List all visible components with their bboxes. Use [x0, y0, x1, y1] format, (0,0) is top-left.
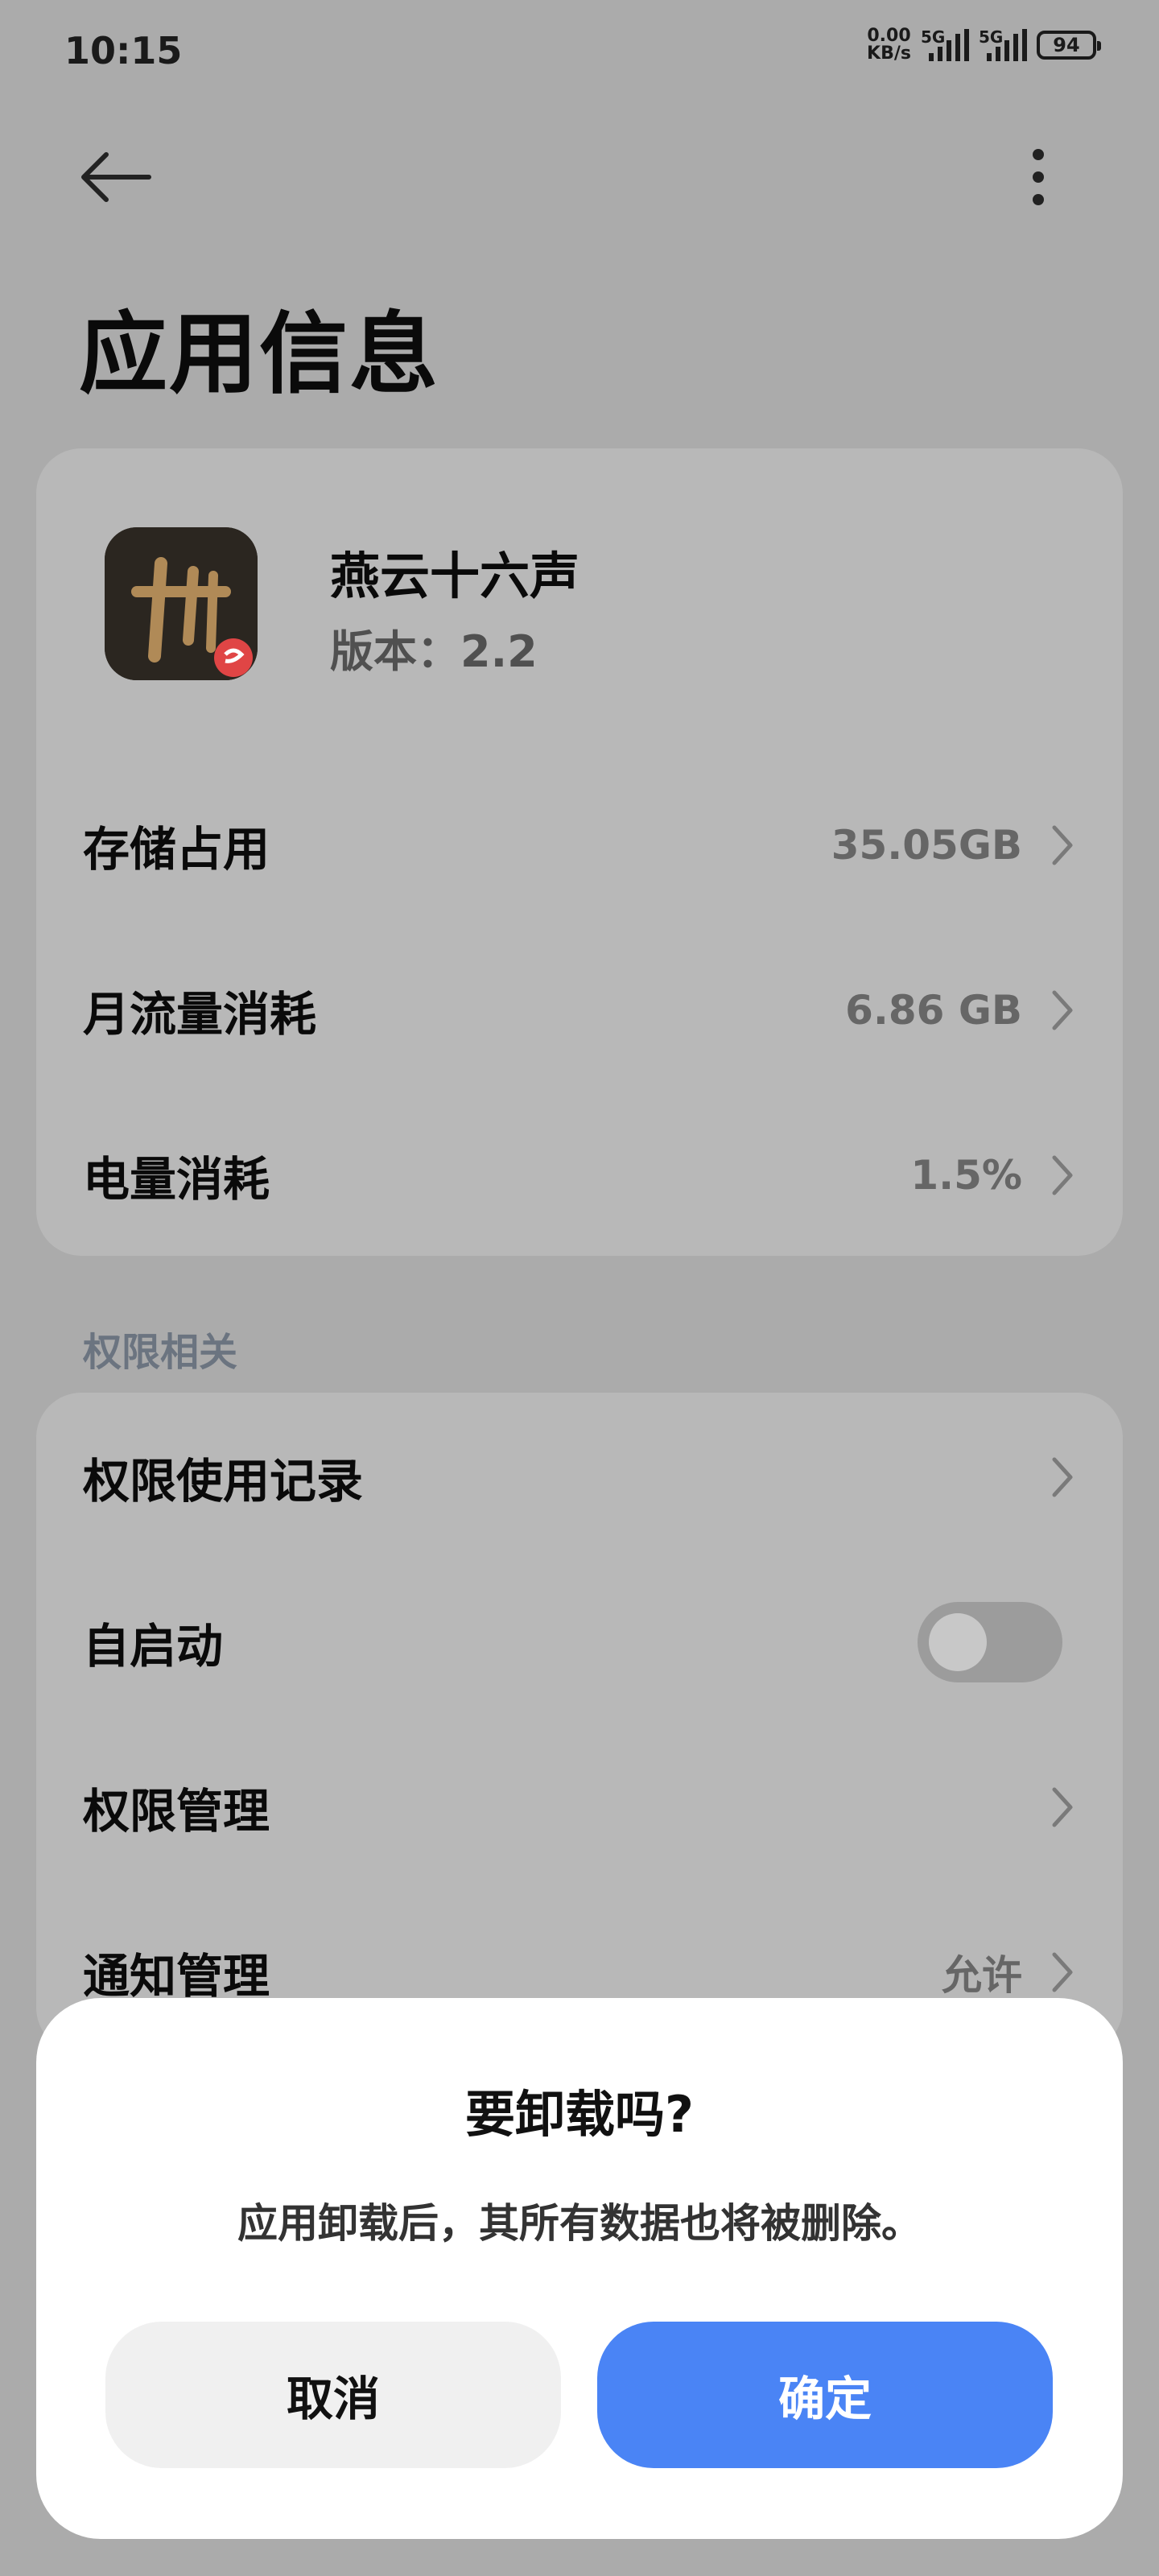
- battery-level: 94: [1053, 34, 1080, 56]
- autostart-toggle[interactable]: [918, 1602, 1062, 1682]
- page-title: 应用信息: [79, 303, 439, 406]
- battery-icon: 94: [1037, 31, 1101, 60]
- chevron-right-icon: [1052, 1787, 1073, 1827]
- net-speed-value: 0.00: [867, 26, 911, 46]
- more-options-button[interactable]: [1006, 145, 1070, 209]
- autostart-row: 自启动: [36, 1562, 1123, 1723]
- battery-usage-label: 电量消耗: [83, 1152, 270, 1207]
- net-speed: 0.00 KB/s: [867, 27, 911, 63]
- chevron-right-icon: [1052, 1952, 1073, 1992]
- signal-sim2-icon: 5G: [979, 27, 1027, 61]
- net-speed-unit: KB/s: [867, 43, 911, 64]
- app-icon-container: [105, 527, 258, 680]
- confirm-button[interactable]: 确定: [597, 2322, 1053, 2468]
- storage-row[interactable]: 存储占用 35.05GB: [36, 765, 1123, 926]
- status-bar: 10:15 0.00 KB/s 5G 5G 94: [0, 0, 1159, 105]
- app-icon: [105, 527, 258, 680]
- cancel-button[interactable]: 取消: [105, 2322, 561, 2468]
- permission-history-row[interactable]: 权限使用记录: [36, 1397, 1123, 1558]
- chevron-right-icon: [1052, 990, 1073, 1030]
- arrow-left-icon: [81, 152, 151, 202]
- signal-sim1-icon: 5G: [921, 27, 969, 61]
- uninstall-dialog: 要卸载吗? 应用卸载后，其所有数据也将被删除。 取消 确定: [36, 1998, 1123, 2539]
- battery-usage-value: 1.5%: [910, 1152, 1022, 1199]
- status-time: 10:15: [64, 29, 183, 72]
- notification-management-value: 允许: [942, 1952, 1022, 1999]
- storage-label: 存储占用: [83, 822, 270, 877]
- data-usage-row[interactable]: 月流量消耗 6.86 GB: [36, 930, 1123, 1091]
- app-version: 版本：2.2: [330, 626, 538, 677]
- sim2-network-label: 5G: [979, 27, 1004, 47]
- toggle-knob: [929, 1613, 987, 1671]
- notification-management-label: 通知管理: [83, 1949, 270, 2004]
- storage-value: 35.05GB: [831, 822, 1022, 869]
- permissions-section-label: 权限相关: [83, 1330, 238, 1375]
- permission-history-label: 权限使用记录: [83, 1454, 364, 1509]
- data-usage-label: 月流量消耗: [83, 987, 317, 1042]
- chevron-right-icon: [1052, 1155, 1073, 1195]
- data-usage-value: 6.86 GB: [845, 987, 1022, 1034]
- sim1-network-label: 5G: [921, 27, 946, 47]
- permission-management-label: 权限管理: [83, 1784, 270, 1839]
- chevron-right-icon: [1052, 1457, 1073, 1497]
- autostart-label: 自启动: [83, 1619, 224, 1674]
- status-icons: 0.00 KB/s 5G 5G 94: [867, 27, 1101, 63]
- permission-management-row[interactable]: 权限管理: [36, 1727, 1123, 1888]
- dialog-message: 应用卸载后，其所有数据也将被删除。: [237, 2200, 922, 2247]
- battery-usage-row[interactable]: 电量消耗 1.5%: [36, 1095, 1123, 1256]
- back-button[interactable]: [72, 145, 161, 209]
- more-vertical-icon: [1033, 149, 1044, 205]
- dialog-title: 要卸载吗?: [465, 2085, 694, 2144]
- chevron-right-icon: [1052, 825, 1073, 865]
- app-name: 燕云十六声: [330, 547, 580, 605]
